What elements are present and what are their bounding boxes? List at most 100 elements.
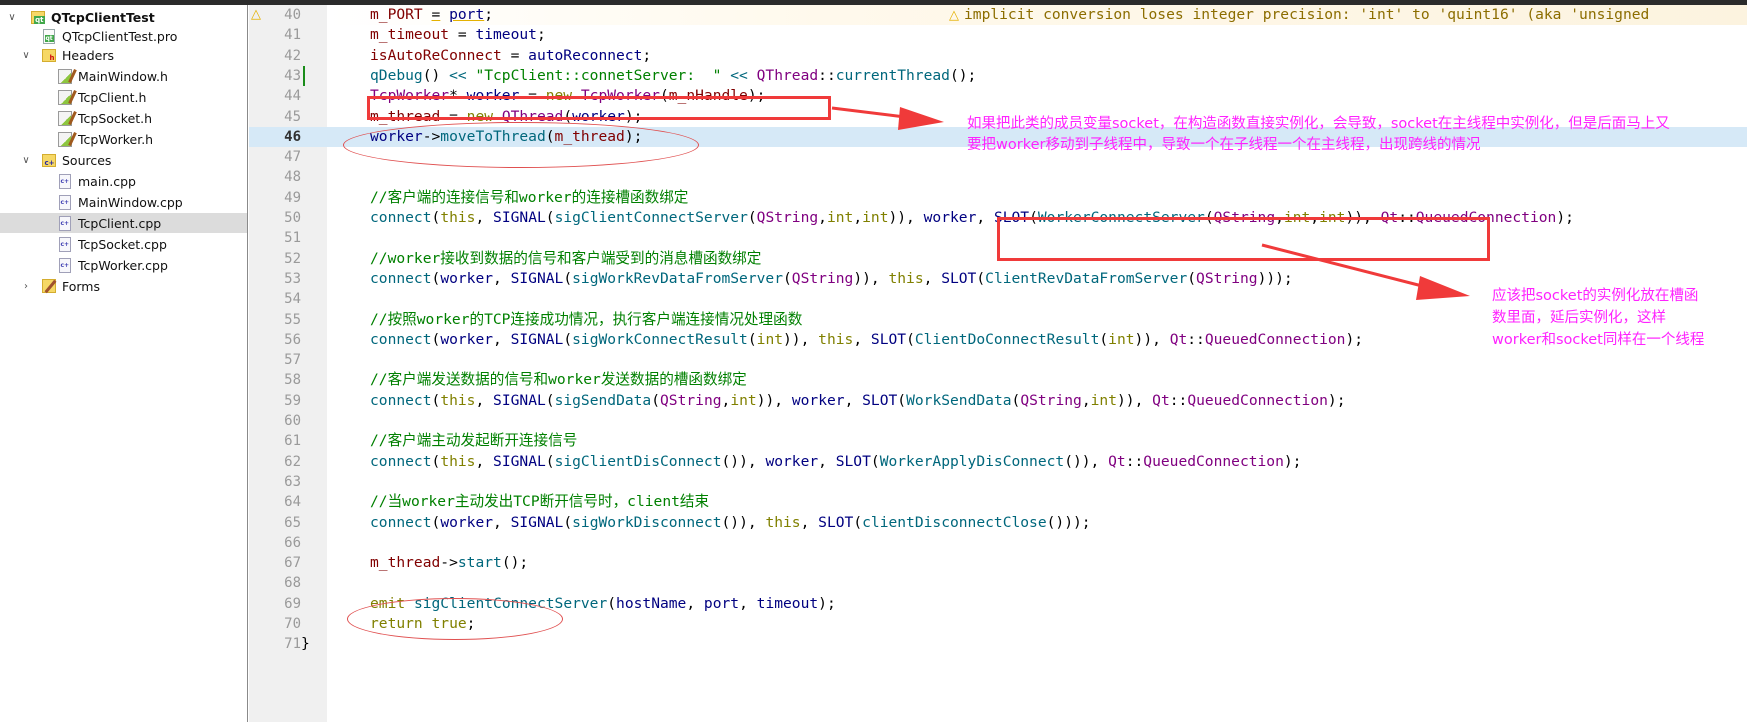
code-line[interactable]: 42 isAutoReConnect = autoReconnect; xyxy=(249,46,1747,66)
tree-item-mainwindow-cpp[interactable]: c+ MainWindow.cpp xyxy=(0,192,247,212)
tree-item-tcpsocket-h[interactable]: TcpSocket.h xyxy=(0,108,247,128)
code-token: port xyxy=(703,594,740,612)
code-token: ( xyxy=(545,209,555,226)
code-token: SIGNAL xyxy=(510,513,564,531)
line-number: 68 xyxy=(284,575,301,592)
code-token: , xyxy=(853,330,871,348)
code-token: ; xyxy=(642,46,652,64)
line-number: 42 xyxy=(284,47,301,64)
code-token: SIGNAL xyxy=(493,391,546,409)
tree-item-label: Headers xyxy=(62,47,115,63)
code-text: connect(this, SIGNAL(sigSendData(QString… xyxy=(370,391,1345,411)
annotation-note-2-line-3: worker和socket同样在一个线程 xyxy=(1492,332,1705,348)
tree-item-tcpclient-cpp[interactable]: c+ TcpClient.cpp xyxy=(0,213,247,233)
code-line[interactable]: 64 //当worker主动发出TCP断开信号时，client结束 xyxy=(249,492,1747,512)
line-number: 40 xyxy=(284,7,301,23)
code-token: )), xyxy=(756,391,792,409)
code-token: )), xyxy=(888,209,924,226)
cpp-file-icon: c+ xyxy=(57,194,72,210)
code-line[interactable]: 41 m_timeout = timeout; xyxy=(249,25,1747,45)
annotation-ellipse-thread-start xyxy=(347,598,563,640)
code-line[interactable]: 59 connect(this, SIGNAL(sigSendData(QStri… xyxy=(249,391,1747,411)
qt-project-icon: qt xyxy=(30,9,45,25)
tree-item-forms-folder[interactable]: › Forms xyxy=(0,276,247,296)
code-line[interactable]: 63 xyxy=(249,472,1747,492)
code-token: connect xyxy=(370,452,432,470)
tree-item-label: TcpSocket.cpp xyxy=(78,236,167,252)
line-number: 64 xyxy=(284,494,301,511)
code-token: << xyxy=(449,66,467,84)
tree-item-tcpworker-cpp[interactable]: c+ TcpWorker.cpp xyxy=(0,255,247,275)
code-token: ( xyxy=(651,391,661,409)
chevron-right-icon[interactable]: › xyxy=(20,280,32,292)
tree-item-label: MainWindow.cpp xyxy=(78,194,183,210)
line-number: 71 xyxy=(284,636,301,653)
tree-item-mainwindow-h[interactable]: MainWindow.h xyxy=(0,66,247,86)
annotation-note-1-line-1: 如果把此类的成员变量socket，在构造函数直接实例化，会导致，socket在主… xyxy=(967,116,1670,132)
code-token: int xyxy=(756,330,784,348)
code-text: //按照worker的TCP连接成功情况，执行客户端连接情况处理函数 xyxy=(370,310,802,330)
code-line[interactable]: 58 //客户端发送数据的信号和worker发送数据的槽函数绑定 xyxy=(249,370,1747,390)
code-token: sigWorkDisconnect xyxy=(572,513,722,531)
code-token: (); xyxy=(949,66,977,84)
tree-item-project-root[interactable]: ∨ qt QTcpClientTest xyxy=(0,7,247,27)
cpp-file-icon: c+ xyxy=(57,236,72,252)
code-token: ()), xyxy=(1064,452,1109,470)
code-token: ( xyxy=(431,269,441,287)
chevron-down-icon[interactable]: ∨ xyxy=(20,49,32,61)
code-line[interactable]: △ △ implicit conversion loses integer prec… xyxy=(249,5,1747,25)
line-number: 61 xyxy=(284,433,301,450)
code-token: , xyxy=(493,269,511,287)
tree-item-pro-file[interactable]: qt QTcpClientTest.pro xyxy=(0,26,247,46)
code-token: connect xyxy=(370,391,432,409)
code-token: this xyxy=(440,452,476,470)
chevron-down-icon[interactable]: ∨ xyxy=(6,11,18,23)
code-line[interactable]: 48 xyxy=(249,167,1747,187)
tree-item-tcpsocket-cpp[interactable]: c+ TcpSocket.cpp xyxy=(0,234,247,254)
code-token: sigClientDisConnect xyxy=(554,452,722,470)
code-line[interactable]: 49 //客户端的连接信号和worker的连接槽函数绑定 xyxy=(249,188,1747,208)
code-token: , xyxy=(475,391,494,409)
code-text: connect(worker, SIGNAL(sigWorkRevDataFro… xyxy=(370,269,1293,289)
tree-item-tcpclient-h[interactable]: TcpClient.h xyxy=(0,87,247,107)
code-token: ( xyxy=(431,330,441,348)
code-text: //客户端主动发起断开连接信号 xyxy=(370,431,577,451)
code-token: ( xyxy=(783,269,792,287)
code-line[interactable]: 65 connect(worker, SIGNAL(sigWorkDisconne… xyxy=(249,513,1747,533)
code-line[interactable]: 60 xyxy=(249,411,1747,431)
code-text: connect(this, SIGNAL(sigClientDisConnect… xyxy=(370,452,1301,472)
tree-item-label: main.cpp xyxy=(78,173,136,189)
code-token: , xyxy=(800,513,819,531)
line-number: 45 xyxy=(284,108,301,125)
tree-item-label: TcpSocket.h xyxy=(78,110,153,126)
code-token: start xyxy=(457,554,502,572)
code-line[interactable]: 66 xyxy=(249,533,1747,553)
code-line[interactable]: 61 //客户端主动发起断开连接信号 xyxy=(249,431,1747,451)
code-token: //按照worker的TCP连接成功情况，执行客户端连接情况处理函数 xyxy=(370,310,803,328)
code-token: ( xyxy=(545,452,555,470)
code-text: connect(worker, SIGNAL(sigWorkDisconnect… xyxy=(370,513,1091,533)
tree-item-headers-folder[interactable]: ∨ h Headers xyxy=(0,45,247,65)
line-number: 62 xyxy=(284,453,301,470)
code-text: m_timeout = timeout; xyxy=(370,25,546,45)
code-token: this xyxy=(440,391,476,409)
code-line[interactable]: 62 connect(this, SIGNAL(sigClientDisConne… xyxy=(249,452,1747,472)
code-token: ( xyxy=(607,594,617,612)
project-tree-panel: ∨ qt QTcpClientTest qt QTcpClientTest.pr… xyxy=(0,5,248,722)
code-token: SIGNAL xyxy=(510,330,564,348)
code-line[interactable]: 43 qDebug() << "TcpClient::connetServer: … xyxy=(249,65,1747,86)
chevron-down-icon[interactable]: ∨ xyxy=(20,154,32,166)
code-line[interactable]: 57 xyxy=(249,350,1747,370)
code-token: worker xyxy=(440,513,494,531)
header-file-icon xyxy=(57,68,72,84)
code-line[interactable]: 68 xyxy=(249,573,1747,593)
tree-item-main-cpp[interactable]: c+ main.cpp xyxy=(0,171,247,191)
tree-item-tcpworker-h[interactable]: TcpWorker.h xyxy=(0,129,247,149)
code-line[interactable]: 67 m_thread->start(); xyxy=(249,553,1747,573)
tree-item-sources-folder[interactable]: ∨ c+ Sources xyxy=(0,150,247,170)
code-token: ( xyxy=(906,330,915,348)
code-token: ()), xyxy=(721,513,766,531)
code-token: m_timeout xyxy=(370,26,450,44)
code-text: } xyxy=(301,634,310,654)
